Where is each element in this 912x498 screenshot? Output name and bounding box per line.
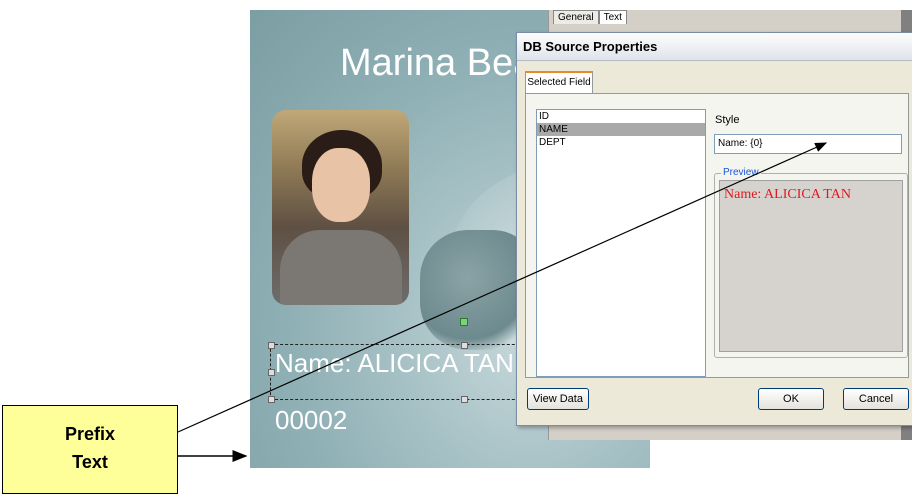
cancel-button[interactable]: Cancel xyxy=(843,388,909,410)
photo-body xyxy=(280,230,402,305)
preview-label: Preview xyxy=(721,167,761,178)
resize-handle[interactable] xyxy=(461,342,468,349)
ok-button[interactable]: OK xyxy=(758,388,824,410)
tab-text[interactable]: Text xyxy=(598,10,627,24)
dialog-titlebar[interactable]: DB Source Properties xyxy=(517,33,912,61)
resize-handle[interactable] xyxy=(268,396,275,403)
field-listbox[interactable]: ID NAME DEPT xyxy=(536,109,706,377)
view-data-button[interactable]: View Data xyxy=(527,388,589,410)
callout-line2: Text xyxy=(72,452,108,472)
panel-tabs: General Text xyxy=(553,10,627,24)
preview-group: Preview Name: ALICICA TAN xyxy=(714,167,908,358)
photo-face xyxy=(312,148,370,222)
resize-handle[interactable] xyxy=(461,396,468,403)
rotate-handle[interactable] xyxy=(460,318,468,326)
preview-area: Name: ALICICA TAN xyxy=(719,180,903,352)
style-input[interactable] xyxy=(714,134,902,154)
db-source-dialog: DB Source Properties Selected Field ID N… xyxy=(516,32,912,426)
list-item[interactable]: NAME xyxy=(537,123,705,136)
resize-handle[interactable] xyxy=(268,369,275,376)
list-item[interactable]: DEPT xyxy=(537,136,705,149)
photo[interactable] xyxy=(272,110,409,305)
preview-text: Name: ALICICA TAN xyxy=(724,187,851,202)
selection-box[interactable] xyxy=(270,344,540,400)
callout-box: Prefix Text xyxy=(2,405,178,494)
id-text-object[interactable]: 00002 xyxy=(275,405,347,436)
dialog-title: DB Source Properties xyxy=(523,39,658,54)
tab-general[interactable]: General xyxy=(553,10,599,24)
callout-line1: Prefix xyxy=(64,424,116,444)
tab-selected-field[interactable]: Selected Field xyxy=(525,71,593,95)
dialog-content: ID NAME DEPT Style Preview Name: ALICICA… xyxy=(525,93,909,378)
resize-handle[interactable] xyxy=(268,342,275,349)
list-item[interactable]: ID xyxy=(537,110,705,123)
style-label: Style xyxy=(715,114,740,126)
